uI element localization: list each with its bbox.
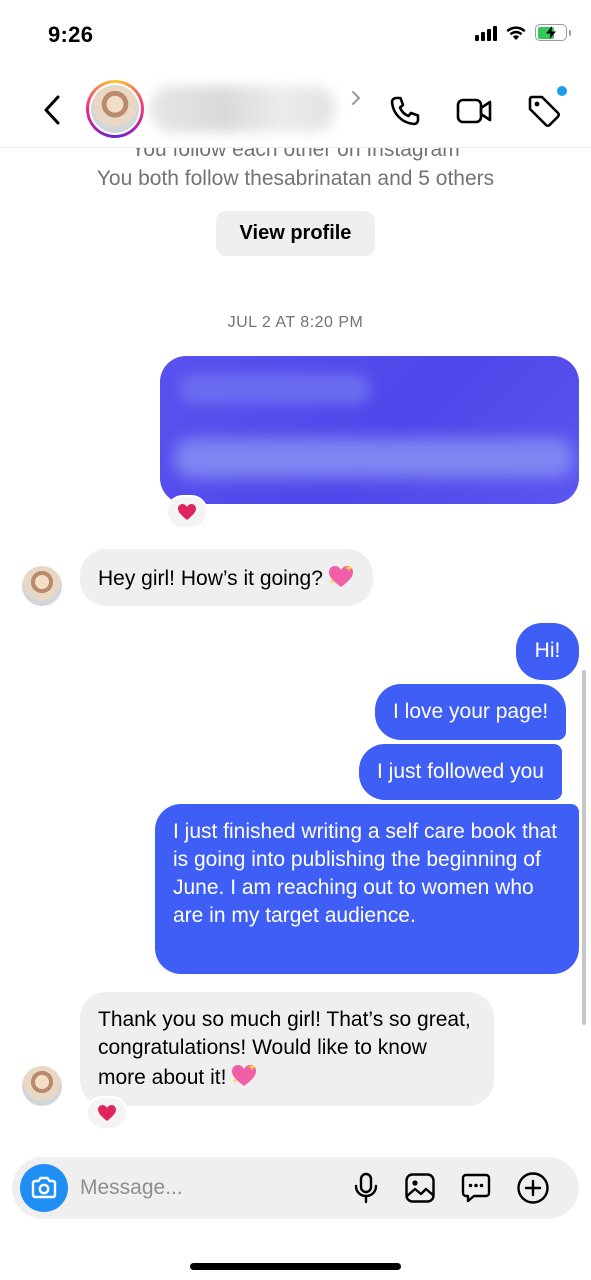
camera-button[interactable]: [20, 1164, 68, 1212]
contact-avatar[interactable]: [86, 80, 144, 138]
sticker-button[interactable]: [458, 1170, 494, 1206]
phone-icon: [390, 96, 420, 126]
sparkling-heart-icon: [232, 1063, 257, 1086]
image-icon: [405, 1173, 435, 1203]
more-options-button[interactable]: [515, 1170, 551, 1206]
profile-follow-status: You follow each other on Instagram: [131, 148, 460, 161]
view-profile-button[interactable]: View profile: [216, 211, 375, 256]
heart-icon: [178, 504, 196, 520]
message-timestamp: JUL 2 AT 8:20 PM: [227, 314, 364, 331]
battery-icon: [535, 24, 571, 41]
status-bar: 9:26: [0, 0, 591, 70]
wifi-icon: [506, 25, 526, 40]
message-composer: [12, 1157, 579, 1219]
notification-dot: [557, 86, 567, 96]
call-button[interactable]: [386, 92, 424, 130]
message-bubble-incoming[interactable]: Hey girl! How’s it going?: [80, 549, 373, 606]
message-bubble-outgoing[interactable]: Hi!: [516, 623, 579, 680]
gallery-button[interactable]: [402, 1170, 438, 1206]
plus-circle-icon: [517, 1172, 549, 1204]
message-bubble-outgoing[interactable]: I just finished writing a self care book…: [155, 804, 579, 974]
message-bubble-incoming[interactable]: Thank you so much girl! That’s so great,…: [80, 992, 494, 1106]
message-bubble-outgoing[interactable]: I love your page!: [375, 684, 567, 740]
charging-bolt-icon: [546, 26, 556, 39]
voice-message-button[interactable]: [348, 1170, 384, 1206]
chat-header: [0, 72, 591, 148]
signal-icon: [475, 25, 497, 41]
status-icons: [475, 24, 571, 41]
home-indicator[interactable]: [190, 1263, 401, 1270]
status-time: 9:26: [48, 22, 94, 47]
camera-icon: [31, 1176, 57, 1199]
contact-name-blurred[interactable]: [150, 86, 335, 132]
sparkling-heart-icon: [328, 564, 353, 587]
video-call-button[interactable]: [456, 92, 494, 130]
contact-avatar-small[interactable]: [22, 1066, 62, 1106]
message-bubble-outgoing-blurred[interactable]: [160, 356, 579, 504]
microphone-icon: [354, 1172, 378, 1204]
scrollbar[interactable]: [582, 670, 586, 1025]
message-bubble-outgoing[interactable]: I just followed you: [359, 744, 562, 800]
message-input[interactable]: [80, 1171, 330, 1205]
mutual-followers-text: You both follow thesabrinatan and 5 othe…: [96, 167, 495, 190]
heart-reaction[interactable]: [86, 1096, 128, 1130]
tag-button[interactable]: [525, 86, 567, 130]
chevron-left-icon: [44, 95, 60, 125]
tag-icon: [528, 95, 561, 128]
contact-avatar-small[interactable]: [22, 566, 62, 606]
sticker-chat-icon: [461, 1173, 491, 1203]
heart-icon: [98, 1105, 116, 1121]
avatar-image: [91, 85, 139, 133]
chevron-right-icon: [352, 91, 360, 105]
heart-reaction[interactable]: [166, 495, 208, 529]
back-button[interactable]: [34, 90, 70, 130]
video-icon: [456, 98, 492, 124]
